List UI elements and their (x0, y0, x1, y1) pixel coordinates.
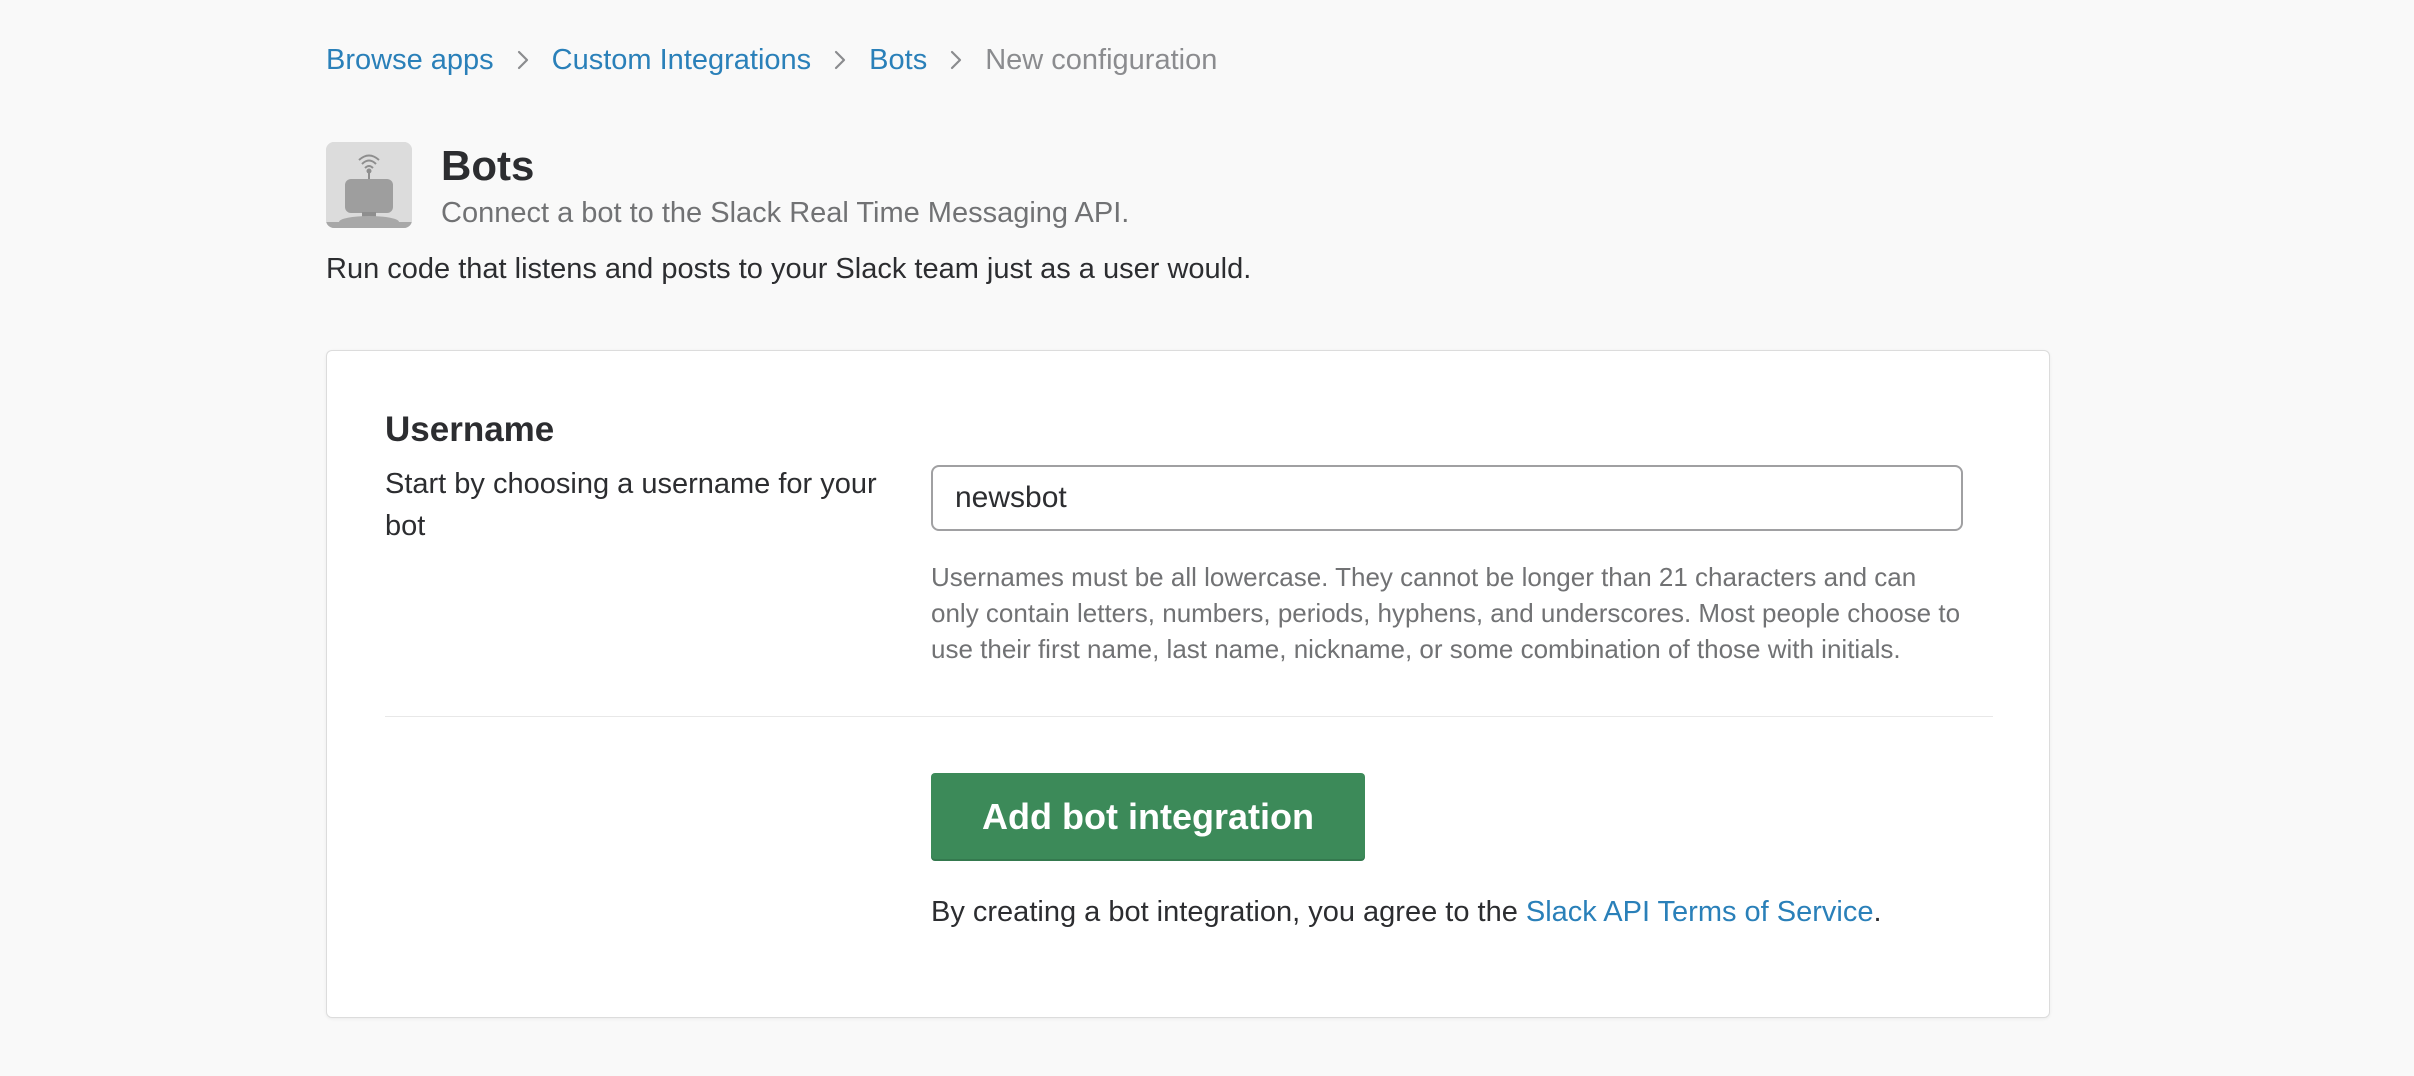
breadcrumb: Browse apps Custom Integrations Bots New… (326, 36, 1217, 84)
divider (385, 716, 1993, 717)
breadcrumb-custom-integrations[interactable]: Custom Integrations (552, 36, 812, 84)
bot-icon (326, 142, 412, 228)
username-hint: Usernames must be all lowercase. They ca… (931, 562, 1961, 664)
terms-suffix: . (1873, 896, 1882, 928)
breadcrumb-bots[interactable]: Bots (869, 36, 927, 84)
terms-prefix: By creating a bot integration, you agree… (931, 896, 1526, 928)
username-input[interactable] (931, 465, 1963, 531)
breadcrumb-browse-apps[interactable]: Browse apps (326, 36, 494, 84)
configuration-card: Username Start by choosing a username fo… (326, 350, 2050, 1018)
chevron-right-icon (927, 49, 985, 71)
app-description: Run code that listens and posts to your … (326, 253, 1252, 285)
page-title: Bots (441, 142, 535, 189)
section-title: Username (385, 410, 555, 449)
breadcrumb-current: New configuration (985, 44, 1218, 76)
add-bot-integration-button[interactable]: Add bot integration (931, 773, 1365, 861)
terms-of-service-link[interactable]: Slack API Terms of Service (1526, 896, 1874, 928)
app-tagline: Connect a bot to the Slack Real Time Mes… (441, 197, 1130, 229)
field-help: Start by choosing a username for your bo… (385, 468, 877, 542)
chevron-right-icon (811, 49, 869, 71)
terms-text: By creating a bot integration, you agree… (931, 891, 1882, 933)
chevron-right-icon (494, 49, 552, 71)
